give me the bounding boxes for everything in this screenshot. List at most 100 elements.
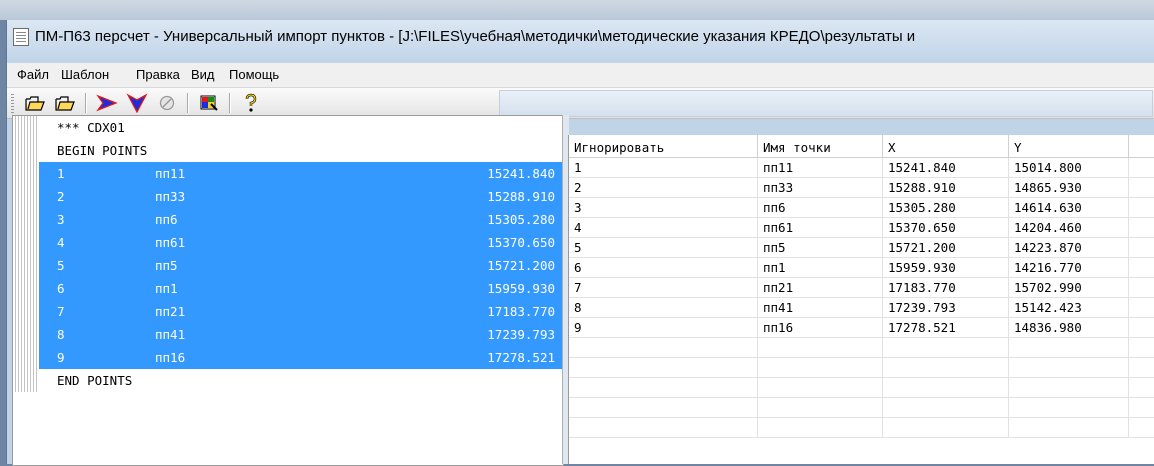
source-point-line[interactable]: 8 пп41 17239.793 <box>13 323 563 346</box>
arrow-right-icon[interactable] <box>95 92 119 114</box>
grid-cell-point-name[interactable]: пп41 <box>758 298 883 318</box>
toolbar-grip[interactable] <box>11 94 14 114</box>
source-point-line[interactable]: 6 пп1 15959.930 <box>13 277 563 300</box>
grid-cell-empty[interactable] <box>758 378 883 398</box>
grid-cell-empty[interactable] <box>1129 418 1154 438</box>
arrow-down-icon[interactable] <box>125 92 149 114</box>
grid-cell-y[interactable]: 14614.630 <box>1009 198 1129 218</box>
grid-cell-ignore[interactable]: 8 <box>569 298 758 318</box>
grid-cell-point-name[interactable]: пп1 <box>758 258 883 278</box>
grid-cell-x[interactable]: 15370.650 <box>883 218 1009 238</box>
grid-cell-empty[interactable] <box>1129 158 1154 178</box>
help-icon[interactable] <box>239 92 263 114</box>
grid-cell-empty[interactable] <box>758 358 883 378</box>
grid-cell-empty[interactable] <box>758 338 883 358</box>
grid-cell-point-name[interactable]: пп33 <box>758 178 883 198</box>
grid-cell-empty[interactable] <box>1009 338 1129 358</box>
grid-cell-x[interactable]: 17239.793 <box>883 298 1009 318</box>
grid-cell-empty[interactable] <box>1129 398 1154 418</box>
grid-cell-point-name[interactable]: пп6 <box>758 198 883 218</box>
grid-cell-ignore[interactable]: 4 <box>569 218 758 238</box>
grid-cell-x[interactable]: 17183.770 <box>883 278 1009 298</box>
grid-cell-x[interactable]: 15305.280 <box>883 198 1009 218</box>
grid-cell-empty[interactable] <box>1129 378 1154 398</box>
grid-cell-x[interactable]: 15288.910 <box>883 178 1009 198</box>
grid-cell-empty[interactable] <box>1129 218 1154 238</box>
grid-cell-point-name[interactable]: пп5 <box>758 238 883 258</box>
open-folder-icon[interactable] <box>23 92 47 114</box>
source-line[interactable]: *** CDX01 <box>13 116 563 139</box>
grid-cell-empty[interactable] <box>883 338 1009 358</box>
source-point-line[interactable]: 1 пп11 15241.840 <box>13 162 563 185</box>
grid-cell-ignore[interactable]: 5 <box>569 238 758 258</box>
source-point-line[interactable]: 7 пп21 17183.770 <box>13 300 563 323</box>
grid-cell-point-name[interactable]: пп61 <box>758 218 883 238</box>
grid-cell-point-name[interactable]: пп11 <box>758 158 883 178</box>
menu-view[interactable]: Вид <box>191 67 215 82</box>
app-icon[interactable] <box>13 28 29 46</box>
color-palette-icon[interactable] <box>197 92 221 114</box>
title-bar[interactable]: ПМ-П63 перcчет - Универсальный импорт пу… <box>7 20 1154 63</box>
source-point-line[interactable]: 5 пп5 15721.200 <box>13 254 563 277</box>
column-header-ignore[interactable]: Игнорировать <box>569 135 758 158</box>
grid-cell-point-name[interactable]: пп21 <box>758 278 883 298</box>
grid-cell-ignore[interactable]: 9 <box>569 318 758 338</box>
cancel-icon[interactable] <box>155 92 179 114</box>
grid-cell-ignore[interactable]: 2 <box>569 178 758 198</box>
source-line[interactable]: BEGIN POINTS <box>13 139 563 162</box>
column-header-point-name[interactable]: Имя точки <box>758 135 883 158</box>
open-folder-icon[interactable] <box>53 92 77 114</box>
source-line[interactable]: END POINTS <box>13 369 563 392</box>
grid-cell-empty[interactable] <box>569 418 758 438</box>
grid-cell-empty[interactable] <box>569 338 758 358</box>
grid-cell-ignore[interactable]: 1 <box>569 158 758 178</box>
grid-cell-y[interactable]: 14216.770 <box>1009 258 1129 278</box>
grid-cell-y[interactable]: 15142.423 <box>1009 298 1129 318</box>
grid-cell-empty[interactable] <box>569 378 758 398</box>
column-header-y[interactable]: Y <box>1009 135 1129 158</box>
menu-template[interactable]: Шаблон <box>61 67 109 82</box>
menu-edit[interactable]: Правка <box>136 67 180 82</box>
grid-cell-empty[interactable] <box>1129 338 1154 358</box>
grid-cell-empty[interactable] <box>1129 318 1154 338</box>
grid-cell-ignore[interactable]: 3 <box>569 198 758 218</box>
source-point-line[interactable]: 4 пп61 15370.650 <box>13 231 563 254</box>
grid-cell-empty[interactable] <box>1129 298 1154 318</box>
menu-file[interactable]: Файл <box>17 67 49 82</box>
grid-cell-empty[interactable] <box>1009 358 1129 378</box>
grid-cell-empty[interactable] <box>758 398 883 418</box>
grid-cell-y[interactable]: 14223.870 <box>1009 238 1129 258</box>
grid-cell-x[interactable]: 15959.930 <box>883 258 1009 278</box>
grid-cell-y[interactable]: 14836.980 <box>1009 318 1129 338</box>
grid-cell-empty[interactable] <box>1129 358 1154 378</box>
grid-cell-empty[interactable] <box>569 398 758 418</box>
points-grid[interactable]: Игнорировать Имя точки X Y 1 пп11 15241.84… <box>568 135 1154 464</box>
grid-cell-y[interactable]: 14865.930 <box>1009 178 1129 198</box>
grid-cell-empty[interactable] <box>1129 178 1154 198</box>
source-point-line[interactable]: 3 пп6 15305.280 <box>13 208 563 231</box>
grid-cell-empty[interactable] <box>883 358 1009 378</box>
grid-cell-ignore[interactable]: 6 <box>569 258 758 278</box>
grid-cell-empty[interactable] <box>1129 238 1154 258</box>
column-header-x[interactable]: X <box>883 135 1009 158</box>
grid-cell-empty[interactable] <box>883 398 1009 418</box>
grid-cell-empty[interactable] <box>1009 418 1129 438</box>
grid-cell-empty[interactable] <box>1009 378 1129 398</box>
grid-cell-empty[interactable] <box>1129 278 1154 298</box>
source-point-line[interactable]: 2 пп33 15288.910 <box>13 185 563 208</box>
menu-help[interactable]: Помощь <box>229 67 279 82</box>
grid-cell-empty[interactable] <box>883 378 1009 398</box>
grid-cell-y[interactable]: 15702.990 <box>1009 278 1129 298</box>
grid-cell-y[interactable]: 15014.800 <box>1009 158 1129 178</box>
grid-cell-ignore[interactable]: 7 <box>569 278 758 298</box>
grid-cell-x[interactable]: 15721.200 <box>883 238 1009 258</box>
source-point-line[interactable]: 9 пп16 17278.521 <box>13 346 563 369</box>
grid-cell-x[interactable]: 15241.840 <box>883 158 1009 178</box>
grid-cell-y[interactable]: 14204.460 <box>1009 218 1129 238</box>
grid-cell-point-name[interactable]: пп16 <box>758 318 883 338</box>
grid-cell-empty[interactable] <box>1129 258 1154 278</box>
grid-cell-empty[interactable] <box>1129 198 1154 218</box>
grid-cell-x[interactable]: 17278.521 <box>883 318 1009 338</box>
grid-cell-empty[interactable] <box>1009 398 1129 418</box>
source-text-pane[interactable]: *** CDX01 BEGIN POINTS 1 пп11 15241.840 2 пп… <box>12 115 564 466</box>
